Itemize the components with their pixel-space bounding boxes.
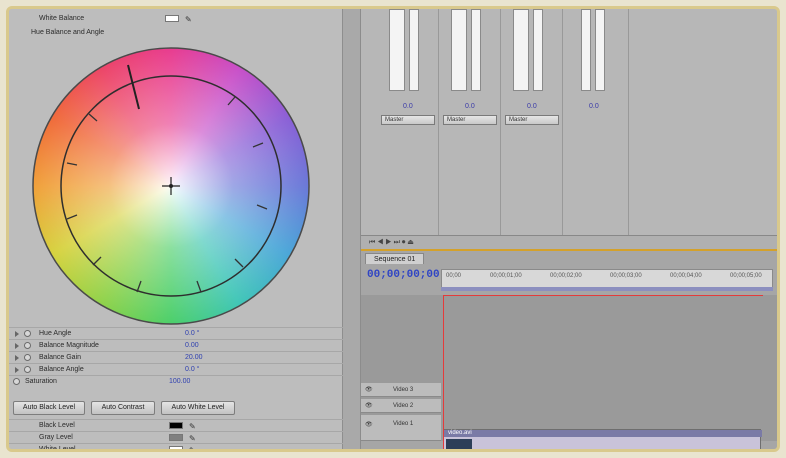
white-balance-swatch[interactable] xyxy=(165,15,179,22)
eyedropper-icon[interactable]: ✎ xyxy=(189,445,196,449)
timecode-display[interactable]: 00;00;00;00 xyxy=(367,269,440,281)
stopwatch-icon[interactable] xyxy=(24,366,31,373)
mixer-master-track: 0.0 xyxy=(569,9,629,235)
stopwatch-icon[interactable] xyxy=(13,378,20,385)
mixer-track: 0.0 Master xyxy=(379,9,439,235)
mixer-transport-bar: ⏮ ◀ ▶ ⏭ ⏺ ⏏ xyxy=(361,235,777,249)
expand-triangle-icon[interactable] xyxy=(15,343,21,349)
volume-meter[interactable] xyxy=(451,9,467,91)
ruler-tick-label: 00;00;05;00 xyxy=(730,273,762,279)
track-volume-value[interactable]: 0.0 xyxy=(465,103,475,110)
audio-mixer-panel: 0.0 Master 0.0 Master 0.0 Master 0.0 xyxy=(361,9,777,235)
expand-triangle-icon[interactable] xyxy=(15,355,21,361)
track-name: Video 1 xyxy=(393,421,414,427)
track-volume-value[interactable]: 0.0 xyxy=(403,103,413,110)
param-row-hue-angle: Hue Angle 0.0 ° xyxy=(9,327,343,339)
volume-meter[interactable] xyxy=(389,9,405,91)
hue-balance-row: Hue Balance and Angle xyxy=(9,27,343,39)
color-wheel[interactable] xyxy=(31,47,311,325)
ruler-tick-label: 00;00;03;00 xyxy=(610,273,642,279)
track-area: 👁 Video 3 👁 Video 2 👁 Video 1 xyxy=(361,295,777,441)
hue-balance-label: Hue Balance and Angle xyxy=(31,29,105,36)
stopwatch-icon[interactable] xyxy=(24,354,31,361)
ruler-tick-label: 00;00;02;00 xyxy=(550,273,582,279)
param-label: Saturation xyxy=(25,378,57,385)
level-scale xyxy=(409,9,419,91)
level-row-black: Black Level ✎ xyxy=(9,419,343,431)
mixer-track: 0.0 Master xyxy=(441,9,501,235)
ruler-tick-label: 00;00 xyxy=(446,273,462,279)
param-value[interactable]: 100.00 xyxy=(169,376,190,388)
master-volume-value[interactable]: 0.0 xyxy=(589,103,599,110)
track-name: Video 2 xyxy=(393,403,414,409)
panel-divider[interactable] xyxy=(343,9,361,449)
param-row-balance-magnitude: Balance Magnitude 0.00 xyxy=(9,339,343,351)
output-dropdown[interactable]: Master xyxy=(381,115,435,125)
timeline-panel: Sequence 01 00;00;00;00 00;00 00;00;01;0… xyxy=(361,249,777,449)
expand-triangle-icon[interactable] xyxy=(15,331,21,337)
volume-meter[interactable] xyxy=(513,9,529,91)
white-balance-label: White Balance xyxy=(39,15,85,22)
playhead[interactable] xyxy=(443,295,444,449)
clip-label: video.avi xyxy=(444,430,762,437)
level-label: White Level xyxy=(39,446,76,452)
track-header-video3: 👁 Video 3 xyxy=(361,383,441,397)
clip-thumbnail xyxy=(446,439,472,449)
track-name: Video 3 xyxy=(393,387,414,393)
work-area-bar[interactable] xyxy=(441,287,773,291)
eyedropper-icon[interactable]: ✎ xyxy=(185,14,192,26)
master-meter-left xyxy=(581,9,591,91)
application-window: White Balance ✎ Hue Balance and Angle Hu… xyxy=(6,6,780,452)
auto-white-level-button[interactable]: Auto White Level xyxy=(161,401,235,415)
playhead-line-top xyxy=(443,295,763,296)
output-dropdown[interactable]: Master xyxy=(505,115,559,125)
transport-controls-icon[interactable]: ⏮ ◀ ▶ ⏭ ⏺ ⏏ xyxy=(369,239,414,246)
color-wheel-graphic[interactable] xyxy=(31,47,311,325)
eye-icon[interactable]: 👁 xyxy=(365,386,373,393)
track-header-video2: 👁 Video 2 xyxy=(361,399,441,413)
white-level-swatch[interactable] xyxy=(169,446,183,449)
level-row-white: White Level ✎ xyxy=(9,443,343,452)
stopwatch-icon[interactable] xyxy=(24,342,31,349)
param-row-balance-angle: Balance Angle 0.0 ° xyxy=(9,363,343,375)
eye-icon[interactable]: 👁 xyxy=(365,402,373,409)
level-scale xyxy=(533,9,543,91)
param-row-balance-gain: Balance Gain 20.00 xyxy=(9,351,343,363)
master-meter-right xyxy=(595,9,605,91)
ruler-tick-label: 00;00;01;00 xyxy=(490,273,522,279)
effect-controls-panel: White Balance ✎ Hue Balance and Angle Hu… xyxy=(9,9,343,449)
track-header-video1: 👁 Video 1 xyxy=(361,415,441,441)
video-clip[interactable]: video.avi xyxy=(443,429,762,449)
param-row-saturation: Saturation 100.00 xyxy=(9,375,343,387)
mixer-track: 0.0 Master xyxy=(503,9,563,235)
auto-black-level-button[interactable]: Auto Black Level xyxy=(13,401,85,415)
auto-contrast-button[interactable]: Auto Contrast xyxy=(91,401,155,415)
level-row-gray: Gray Level ✎ xyxy=(9,431,343,443)
output-dropdown[interactable]: Master xyxy=(443,115,497,125)
gray-level-swatch[interactable] xyxy=(169,434,183,441)
stopwatch-icon[interactable] xyxy=(24,330,31,337)
level-scale xyxy=(471,9,481,91)
eye-icon[interactable]: 👁 xyxy=(365,421,373,428)
expand-triangle-icon[interactable] xyxy=(15,367,21,373)
white-balance-row: White Balance ✎ xyxy=(9,13,343,25)
black-level-swatch[interactable] xyxy=(169,422,183,429)
ruler-tick-label: 00;00;04;00 xyxy=(670,273,702,279)
track-volume-value[interactable]: 0.0 xyxy=(527,103,537,110)
tab-sequence[interactable]: Sequence 01 xyxy=(365,253,425,264)
